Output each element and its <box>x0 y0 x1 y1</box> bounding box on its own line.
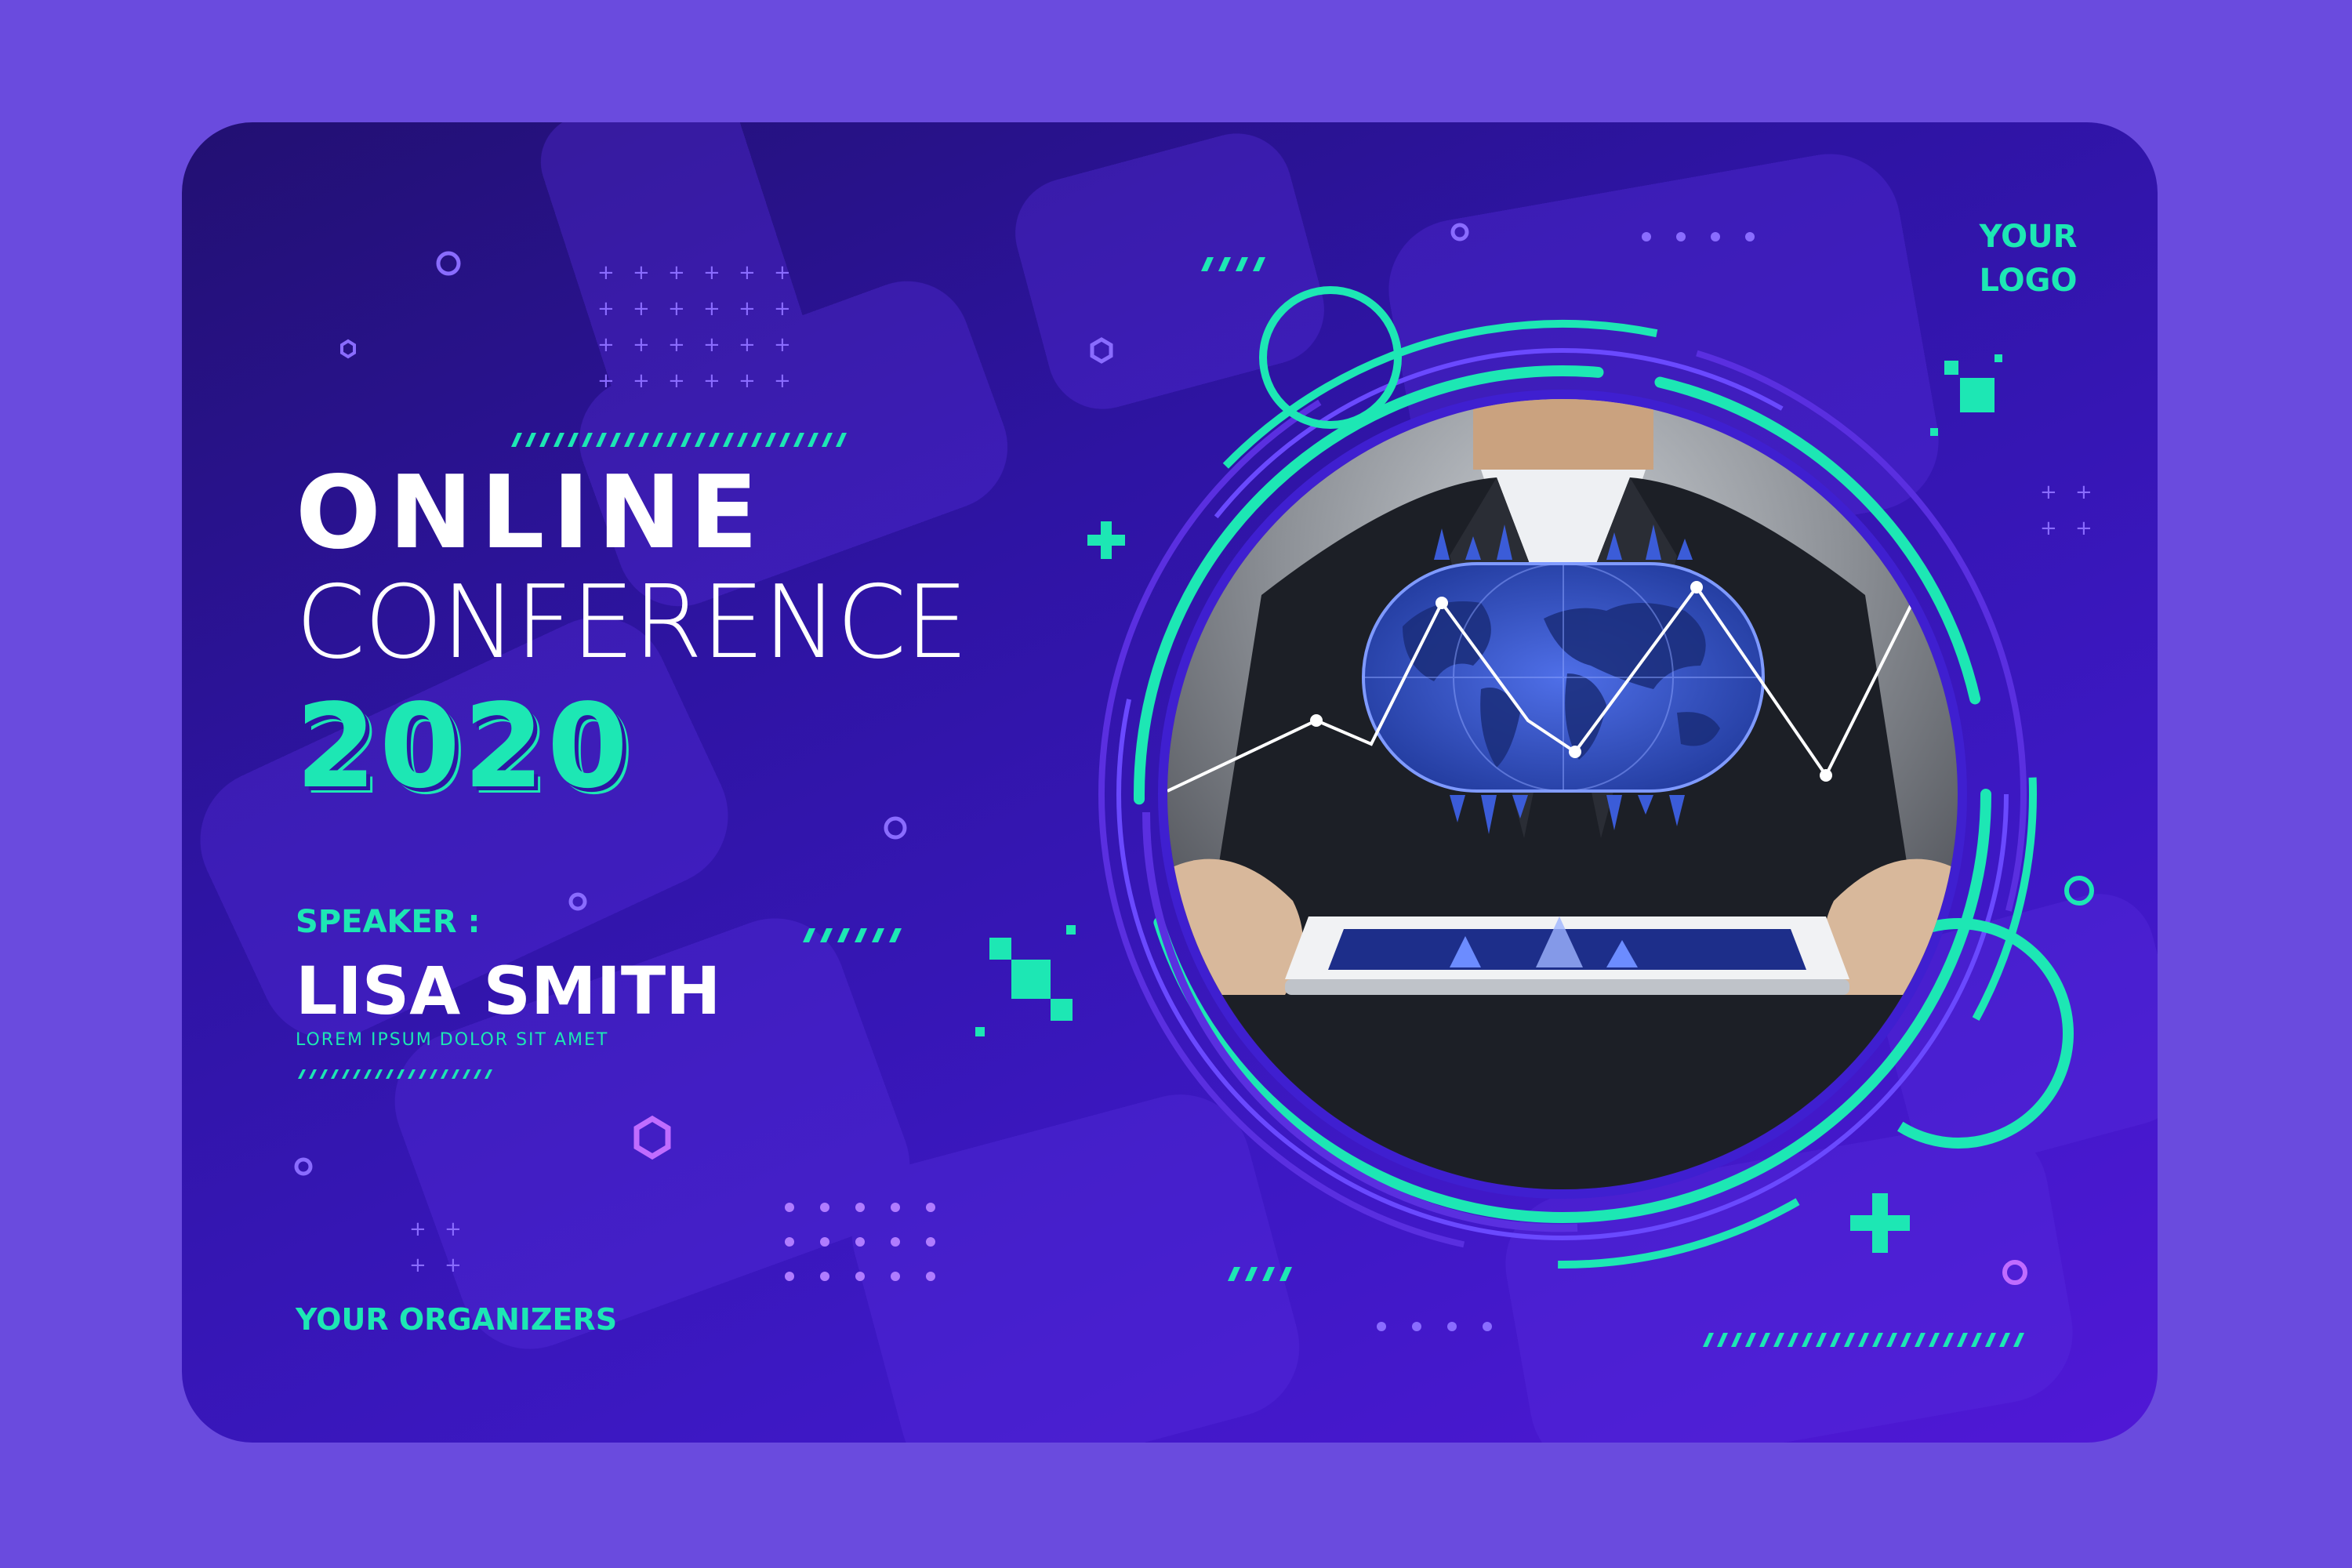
svg-text:+: + <box>774 261 791 285</box>
plus-grid-right: + + + + <box>2040 481 2092 540</box>
svg-text:+: + <box>633 369 650 393</box>
svg-text:+: + <box>633 333 650 357</box>
svg-text:+: + <box>409 1254 426 1277</box>
hexagon-icon <box>340 339 356 359</box>
headline-online: ONLINE <box>296 455 766 572</box>
svg-text:+: + <box>597 369 615 393</box>
svg-text:+: + <box>703 369 720 393</box>
svg-text:+: + <box>703 297 720 321</box>
svg-text:+: + <box>2075 481 2092 504</box>
plus-icon <box>1087 521 1125 559</box>
svg-text:+: + <box>445 1254 462 1277</box>
svg-text:+: + <box>668 333 685 357</box>
svg-text:+: + <box>597 297 615 321</box>
svg-text:+: + <box>597 333 615 357</box>
svg-text:+: + <box>2040 481 2057 504</box>
headline-year: 2020 <box>296 679 631 814</box>
svg-text:+: + <box>668 369 685 393</box>
svg-text:+: + <box>668 297 685 321</box>
pixel-squares-left <box>975 925 1076 1036</box>
svg-text:+: + <box>597 261 615 285</box>
speaker-label: SPEAKER : <box>296 904 481 940</box>
businessman-holding-tablet-hologram-icon <box>1167 399 1958 1189</box>
svg-text:+: + <box>739 261 756 285</box>
speaker-subtitle: LOREM IPSUM DOLOR SIT AMET <box>296 1030 609 1050</box>
dot-row-bottom <box>1377 1322 1492 1331</box>
speaker-photo <box>1167 399 1958 1189</box>
svg-text:+: + <box>703 261 720 285</box>
logo-line-1: YOUR <box>1979 219 2078 255</box>
svg-text:+: + <box>445 1218 462 1241</box>
svg-text:+: + <box>668 261 685 285</box>
svg-text:+: + <box>774 297 791 321</box>
svg-text:+: + <box>774 369 791 393</box>
svg-text:+: + <box>739 369 756 393</box>
svg-text:+: + <box>633 261 650 285</box>
svg-text:+: + <box>409 1218 426 1241</box>
headline-conference: CONFERENCE <box>296 564 968 681</box>
tablet-icon <box>1285 916 1849 995</box>
organizers-label: YOUR ORGANIZERS <box>296 1302 618 1337</box>
pixel-squares-right <box>1930 354 2002 436</box>
speaker-name: LISA SMITH <box>296 953 721 1029</box>
logo-placeholder: YOUR LOGO <box>1965 215 2091 303</box>
svg-text:+: + <box>2075 517 2092 540</box>
conference-banner-card: + + + + + + + + + + + + + + + + + + + + + + + + + + + + + + + + <box>182 122 2158 1443</box>
svg-text:+: + <box>739 333 756 357</box>
svg-text:+: + <box>2040 517 2057 540</box>
svg-text:+: + <box>703 333 720 357</box>
svg-text:+: + <box>774 333 791 357</box>
logo-line-2: LOGO <box>1979 263 2078 299</box>
svg-text:+: + <box>739 297 756 321</box>
svg-text:+: + <box>633 297 650 321</box>
